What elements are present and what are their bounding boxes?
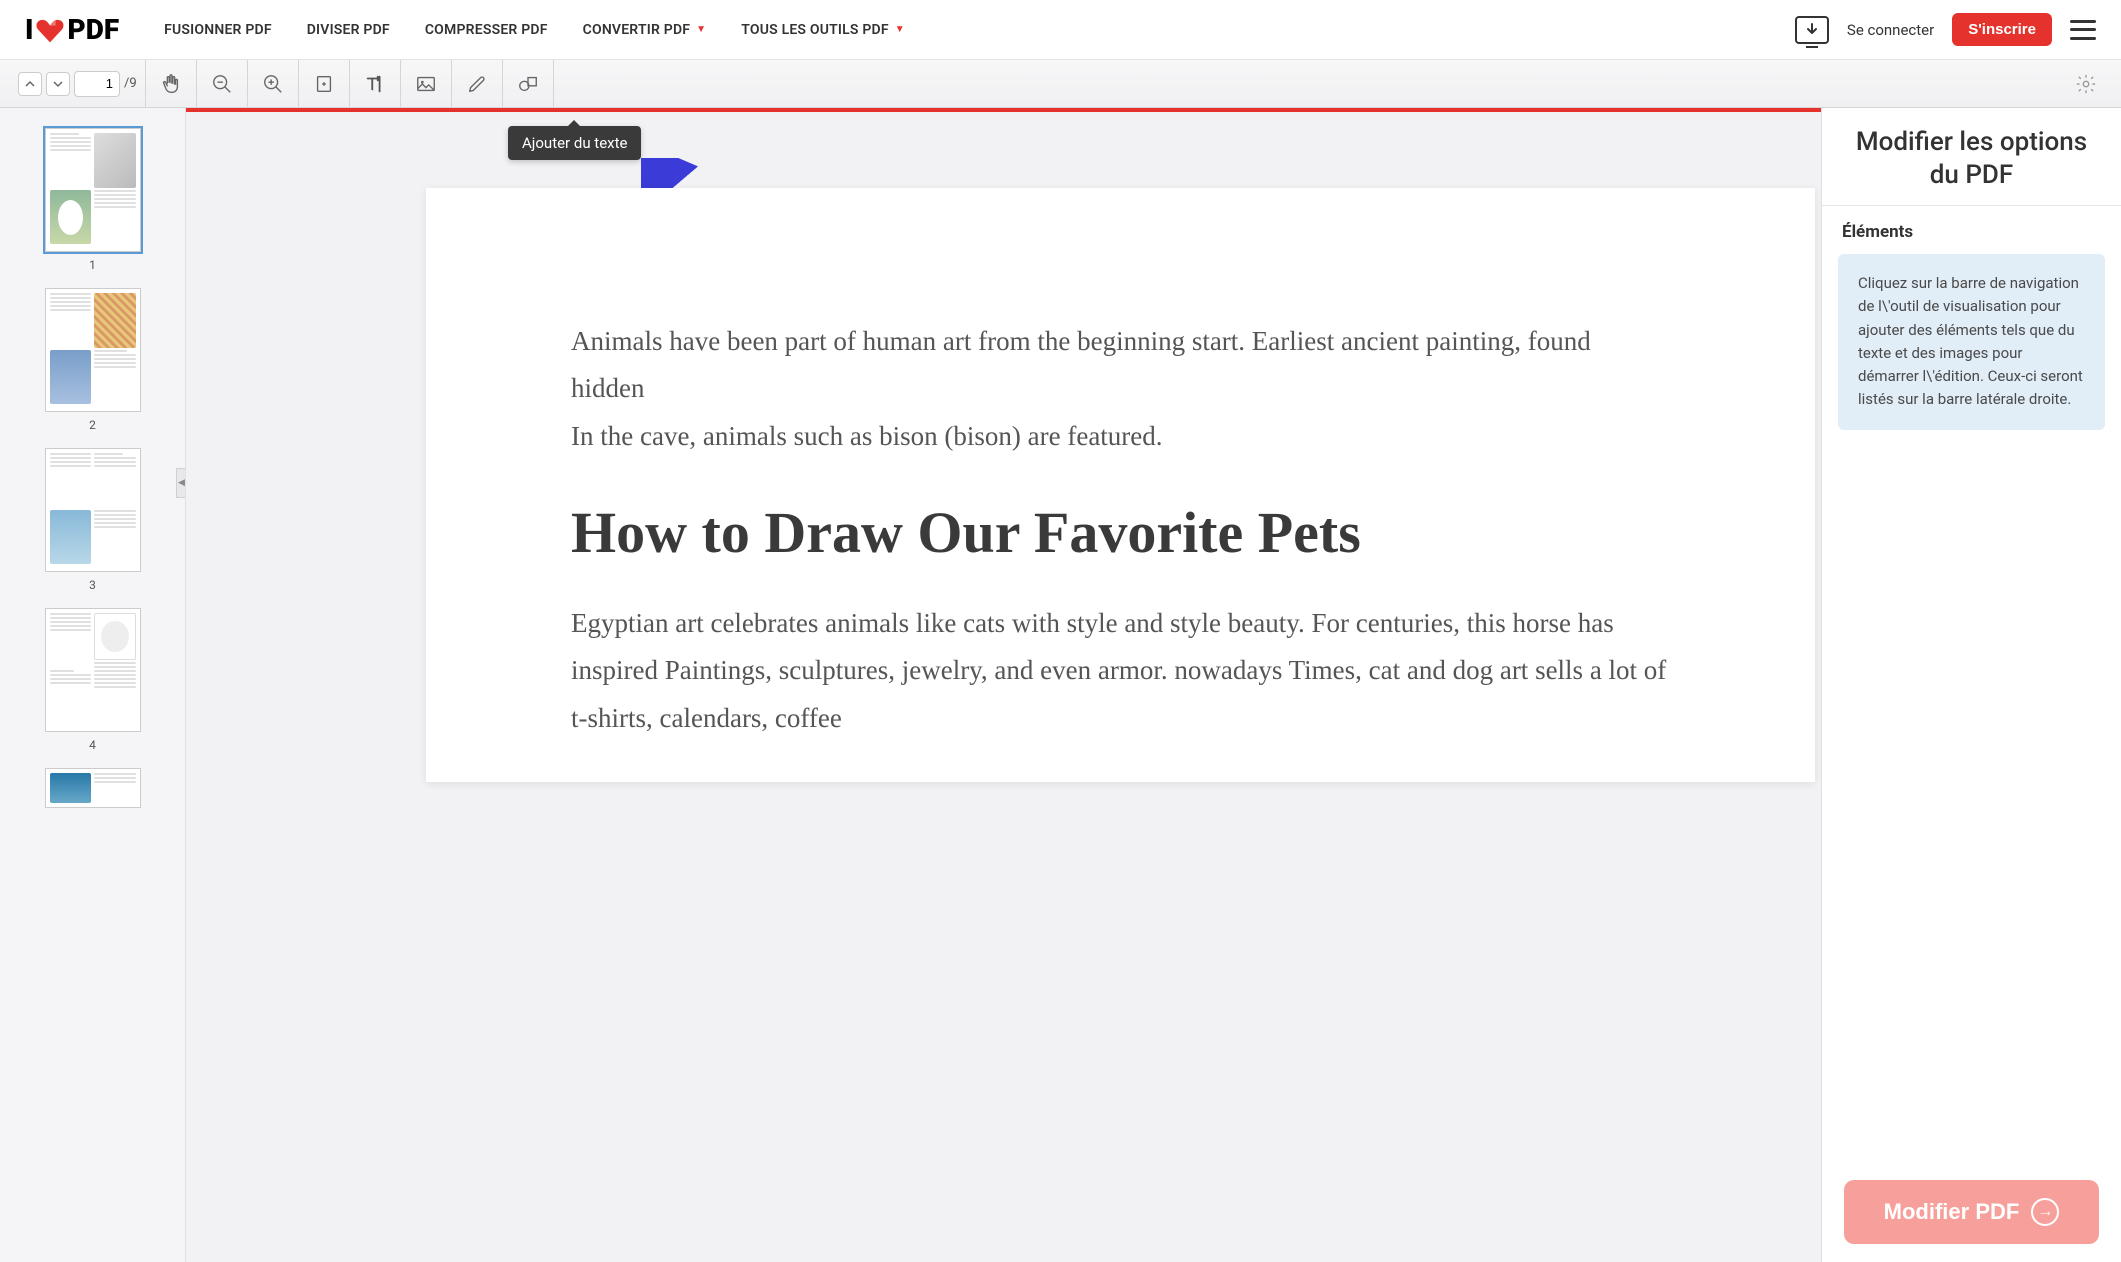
heart-icon [35,18,65,44]
thumbnail-number: 4 [89,738,96,752]
caret-down-icon: ▼ [696,24,706,35]
thumbnail-2[interactable] [45,288,141,412]
thumbnail-number: 3 [89,578,96,592]
add-text-tooltip: Ajouter du texte [508,126,641,160]
top-navbar: I PDF FUSIONNER PDF DIVISER PDF COMPRESS… [0,0,2121,60]
document-paragraph: Animals have been part of human art from… [571,318,1670,460]
page-number-input[interactable] [74,71,120,97]
logo-pre: I [25,13,33,46]
thumbnails-panel[interactable]: ◀ 1 2 3 4 [0,108,186,1262]
sidebar-title: Modifier les options du PDF [1822,108,2121,205]
document-paragraph: Egyptian art celebrates animals like cat… [571,600,1670,742]
thumbnail-5[interactable] [45,768,141,808]
thumbnail-number: 1 [89,258,96,272]
nav-split[interactable]: DIVISER PDF [307,22,390,38]
settings-button[interactable] [2061,60,2111,107]
page-down-button[interactable] [46,72,70,96]
add-image-button[interactable] [401,60,451,107]
main-nav: FUSIONNER PDF DIVISER PDF COMPRESSER PDF… [164,22,905,38]
zoom-in-button[interactable] [248,60,298,107]
menu-icon[interactable] [2070,20,2096,40]
nav-convert[interactable]: CONVERTIR PDF▼ [583,22,707,38]
modify-pdf-button[interactable]: Modifier PDF [1844,1180,2099,1244]
arrow-right-circle-icon [2031,1198,2059,1226]
pan-tool[interactable] [146,60,196,107]
thumbnail-number: 2 [89,418,96,432]
download-desktop-icon[interactable] [1795,16,1829,44]
thumbnail-1[interactable] [45,128,141,252]
nav-all-tools[interactable]: TOUS LES OUTILS PDF▼ [741,22,905,38]
nav-merge[interactable]: FUSIONNER PDF [164,22,272,38]
signin-link[interactable]: Se connecter [1847,21,1934,39]
collapse-thumbnails-handle[interactable]: ◀ [176,468,186,498]
editor-toolbar: /9 [0,60,2121,108]
page-total-label: /9 [124,76,137,91]
draw-button[interactable] [452,60,502,107]
pdf-page[interactable]: Animals have been part of human art from… [426,188,1815,782]
logo-post: PDF [67,13,119,46]
nav-compress[interactable]: COMPRESSER PDF [425,22,548,38]
progress-bar [186,108,1821,112]
options-sidebar: Modifier les options du PDF Éléments Cli… [1821,108,2121,1262]
add-text-button[interactable] [350,60,400,107]
page-navigator: /9 [10,60,145,107]
sidebar-section-heading: Éléments [1822,206,2121,254]
zoom-out-button[interactable] [197,60,247,107]
thumbnail-4[interactable] [45,608,141,732]
logo[interactable]: I PDF [25,13,119,46]
thumbnail-3[interactable] [45,448,141,572]
pdf-viewer[interactable]: Ajouter du texte Animals have been part … [186,108,1821,1262]
signup-button[interactable]: S'inscrire [1952,13,2052,46]
page-up-button[interactable] [18,72,42,96]
caret-down-icon: ▼ [895,24,905,35]
shapes-button[interactable] [503,60,553,107]
sidebar-hint: Cliquez sur la barre de navigation de l\… [1838,254,2105,430]
fit-page-button[interactable] [299,60,349,107]
action-label: Modifier PDF [1884,1199,2020,1225]
document-heading: How to Draw Our Favorite Pets [571,495,1670,570]
